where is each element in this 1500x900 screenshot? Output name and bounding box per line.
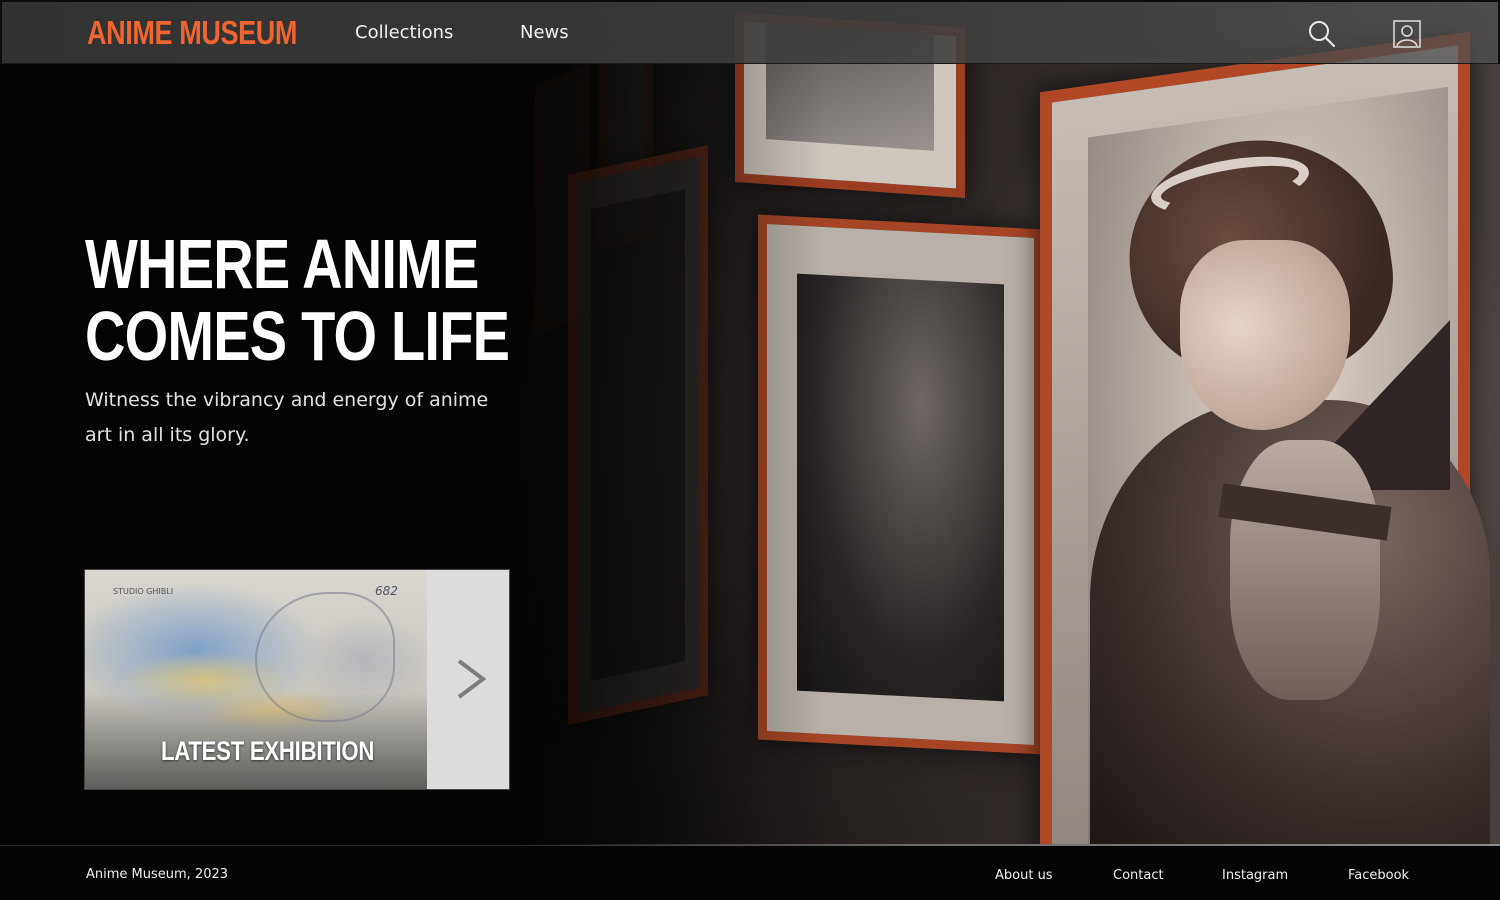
- exhibition-title: LATEST EXHIBITION: [161, 736, 375, 766]
- search-icon[interactable]: [1307, 19, 1337, 49]
- user-icon[interactable]: [1392, 19, 1422, 49]
- nav-link-collections[interactable]: Collections: [355, 22, 453, 43]
- footer-link-facebook[interactable]: Facebook: [1348, 868, 1409, 883]
- chevron-right-icon[interactable]: [451, 657, 491, 701]
- footer-copyright: Anime Museum, 2023: [86, 867, 229, 882]
- footer-link-instagram[interactable]: Instagram: [1222, 868, 1288, 883]
- hero-headline: WHERE ANIME COMES TO LIFE: [85, 225, 510, 375]
- thumbnail-number-text: 682: [375, 584, 398, 598]
- footer-link-about[interactable]: About us: [995, 868, 1053, 883]
- hero-tagline: Witness the vibrancy and energy of anime…: [85, 389, 489, 446]
- top-navigation: ANIME MUSEUM Collections News: [0, 0, 1500, 64]
- page-footer: Anime Museum, 2023 About us Contact Inst…: [0, 844, 1500, 900]
- thumbnail-studio-text: STUDIO GHIBLI: [113, 587, 174, 596]
- latest-exhibition-card[interactable]: STUDIO GHIBLI 682 LATEST EXHIBITION: [84, 569, 510, 790]
- hero-headline-line: WHERE ANIME: [85, 225, 479, 303]
- site-logo[interactable]: ANIME MUSEUM: [87, 14, 297, 52]
- footer-link-contact[interactable]: Contact: [1113, 868, 1164, 883]
- sketch-outline: [255, 592, 395, 722]
- hero-headline-line: COMES TO LIFE: [85, 297, 510, 375]
- nav-link-news[interactable]: News: [520, 22, 569, 43]
